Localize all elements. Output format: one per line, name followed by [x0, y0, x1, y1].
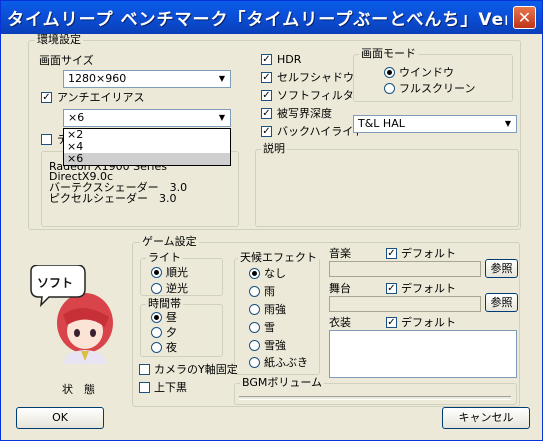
description-group — [255, 149, 519, 227]
time-day-radio[interactable] — [151, 312, 162, 323]
weather-snow-label: 雪 — [264, 321, 275, 334]
weather-rain-label: 雨 — [264, 285, 275, 298]
costume-default-label: デフォルト — [401, 316, 456, 329]
music-path-field[interactable] — [329, 261, 481, 277]
bgm-volume-slider[interactable] — [239, 396, 511, 400]
music-default-checkbox[interactable]: ✓ — [386, 248, 397, 259]
soft-filter-label: ソフトフィルタ — [277, 89, 354, 102]
chevron-down-icon[interactable]: ▼ — [215, 111, 229, 125]
fullscreen-mode-radio[interactable] — [384, 83, 395, 94]
music-label: 音楽 — [329, 247, 351, 260]
weather-rain-radio[interactable] — [249, 286, 260, 297]
bubble-text: ソフト — [37, 276, 74, 290]
screen-size-label: 画面サイズ — [39, 54, 94, 67]
window-mode-radio[interactable] — [384, 67, 395, 78]
music-default-label: デフォルト — [401, 247, 456, 260]
fullscreen-mode-label: フルスクリーン — [399, 82, 476, 95]
title-bar[interactable]: タイムリープ ベンチマーク「タイムリープぶーとべんち」Ver1... ✕ — [1, 1, 542, 34]
stage-browse-button[interactable]: 参照 — [485, 293, 518, 312]
weather-heavy-snow-label: 雪強 — [264, 339, 286, 352]
antialias-value: ×6 — [68, 111, 85, 124]
light-front-label: 順光 — [166, 266, 188, 279]
time-evening-label: 夕 — [166, 326, 177, 339]
antialias-checkbox[interactable]: ✓ — [41, 92, 52, 103]
soft-filter-checkbox[interactable]: ✓ — [261, 90, 272, 101]
costume-list[interactable] — [329, 330, 517, 378]
window-mode-label: ウインドウ — [399, 66, 454, 79]
camera-y-checkbox[interactable] — [139, 364, 150, 375]
dof-checkbox[interactable]: ✓ — [261, 108, 272, 119]
bgm-volume-label: BGMボリューム — [240, 376, 325, 389]
antialias-option[interactable]: ×2 — [64, 129, 230, 141]
stage-path-field[interactable] — [329, 296, 481, 312]
antialias-select[interactable]: ×6 ▼ — [63, 109, 231, 127]
letterbox-label: 上下黒 — [154, 381, 187, 394]
weather-heavy-rain-radio[interactable] — [249, 304, 260, 315]
weather-snow-radio[interactable] — [249, 322, 260, 333]
screen-size-select[interactable]: 1280×960 ▼ — [63, 70, 231, 88]
letterbox-checkbox[interactable] — [139, 382, 150, 393]
main-window: タイムリープ ベンチマーク「タイムリープぶーとべんち」Ver1... ✕ 環境設… — [0, 0, 543, 441]
time-night-radio[interactable] — [151, 342, 162, 353]
screen-mode-label: 画面モード — [359, 47, 418, 60]
music-browse-button[interactable]: 参照 — [485, 259, 518, 278]
stage-default-checkbox[interactable]: ✓ — [386, 283, 397, 294]
light-back-label: 逆光 — [166, 282, 188, 295]
hal-value: T&L HAL — [358, 117, 405, 130]
chevron-down-icon[interactable]: ▼ — [501, 117, 515, 131]
weather-confetti-radio[interactable] — [249, 357, 260, 368]
light-label: ライト — [146, 251, 183, 264]
weather-heavy-snow-radio[interactable] — [249, 340, 260, 351]
camera-y-label: カメラのY軸固定 — [154, 363, 238, 376]
game-settings-label: ゲーム設定 — [140, 235, 199, 248]
light-back-radio[interactable] — [151, 283, 162, 294]
weather-heavy-rain-label: 雨強 — [264, 303, 286, 316]
dof-label: 被写界深度 — [277, 107, 332, 120]
stage-default-label: デフォルト — [401, 282, 456, 295]
hal-select[interactable]: T&L HAL ▼ — [353, 115, 517, 133]
stage-label: 舞台 — [329, 282, 351, 295]
time-label: 時間帯 — [146, 297, 183, 310]
antialias-dropdown-list[interactable]: ×2 ×4 ×6 — [63, 128, 231, 166]
hdr-checkbox[interactable]: ✓ — [261, 54, 272, 65]
weather-label: 天候エフェクト — [238, 251, 319, 264]
costume-default-checkbox[interactable]: ✓ — [386, 317, 397, 328]
back-highlight-label: バックハイライト — [277, 125, 365, 138]
time-night-label: 夜 — [166, 341, 177, 354]
self-shadow-checkbox[interactable]: ✓ — [261, 72, 272, 83]
status-label: 状 態 — [62, 383, 95, 396]
gpu-info-line: ピクセルシェーダー 3.0 — [49, 192, 177, 205]
weather-confetti-label: 紙ふぶき — [264, 356, 308, 369]
antialias-label: アンチエイリアス — [57, 91, 145, 104]
screen-size-value: 1280×960 — [68, 72, 127, 85]
description-label: 説明 — [261, 142, 287, 155]
hdr-label: HDR — [277, 53, 302, 66]
costume-label: 衣装 — [329, 316, 351, 329]
chevron-down-icon[interactable]: ▼ — [215, 72, 229, 86]
hidden-checkbox[interactable] — [41, 134, 52, 145]
self-shadow-label: セルフシャドウ — [277, 71, 354, 84]
light-front-radio[interactable] — [151, 267, 162, 278]
window-title: タイムリープ ベンチマーク「タイムリープぶーとべんち」Ver1... — [7, 10, 507, 30]
time-evening-radio[interactable] — [151, 327, 162, 338]
antialias-option[interactable]: ×4 — [64, 141, 230, 153]
close-icon: ✕ — [517, 8, 532, 27]
close-button[interactable]: ✕ — [513, 6, 536, 29]
ok-button[interactable]: OK — [16, 407, 104, 429]
weather-none-radio[interactable] — [249, 268, 260, 279]
time-day-label: 昼 — [166, 311, 177, 324]
back-highlight-checkbox[interactable]: ✓ — [261, 126, 272, 137]
character-image: ソフト — [27, 264, 122, 364]
weather-none-label: なし — [264, 267, 286, 280]
antialias-option[interactable]: ×6 — [64, 153, 230, 165]
cancel-button[interactable]: キャンセル — [442, 407, 530, 429]
env-settings-label: 環境設定 — [35, 33, 83, 46]
